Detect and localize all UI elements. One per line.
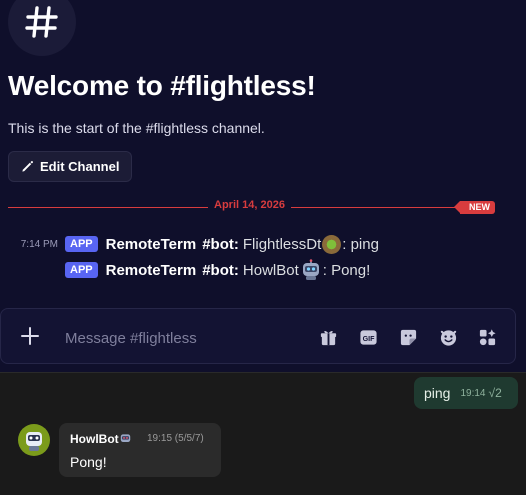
robot-emoji-icon [302, 259, 319, 280]
sticker-icon [400, 329, 416, 345]
gift-icon [320, 330, 336, 345]
gif-label: GIF [362, 334, 375, 342]
message-row[interactable]: 7:14 PM APP RemoteTerm #bot: FlightlessD… [0, 233, 526, 255]
emoji-button[interactable] [438, 327, 458, 347]
app-tag: APP [65, 262, 98, 278]
apps-button[interactable] [477, 327, 497, 347]
plus-icon[interactable] [19, 325, 41, 347]
relay-sender: HowlBot [242, 261, 299, 279]
message-composer: GIF [0, 308, 516, 364]
divider-date: April 14, 2026 [208, 199, 291, 211]
channel-start-description: This is the start of the #flightless cha… [8, 120, 265, 136]
message-author[interactable]: RemoteTerm [106, 236, 197, 253]
edit-channel-label: Edit Channel [40, 159, 120, 174]
gif-button[interactable]: GIF [358, 327, 378, 347]
message-input[interactable] [63, 325, 297, 351]
emoji-icon [440, 329, 456, 346]
new-badge: NEW [454, 201, 495, 214]
gif-icon: GIF [359, 329, 377, 345]
outgoing-message-time: 19:14 [460, 387, 486, 399]
outgoing-message-text: ping [424, 385, 451, 401]
bot-channel-label: #bot: [202, 261, 239, 279]
incoming-sender-name[interactable]: HowlBot [70, 432, 132, 446]
discord-channel-pane: Welcome to #flightless! This is the star… [0, 0, 526, 372]
app-tag: APP [65, 236, 98, 252]
edit-channel-button[interactable]: Edit Channel [8, 151, 133, 182]
channel-welcome-title: Welcome to #flightless! [8, 70, 316, 101]
incoming-message-bubble[interactable]: HowlBot 19:15 (5/5/7) Pong! [59, 423, 221, 477]
message-text: : ping [342, 235, 379, 253]
incoming-message-text: Pong! [70, 454, 107, 470]
message-row[interactable]: APP RemoteTerm #bot: HowlBot : Pong! [0, 259, 526, 281]
incoming-message-meta: 19:15 (5/5/7) [147, 433, 204, 444]
read-check-icon: √2 [488, 386, 502, 400]
message-author[interactable]: RemoteTerm [106, 262, 197, 279]
howlbot-avatar[interactable] [18, 424, 50, 456]
channel-hash-badge [8, 0, 76, 56]
relay-sender: FlightlessDt [242, 235, 322, 253]
incoming-sender-label: HowlBot [70, 432, 119, 446]
sticker-button[interactable] [398, 327, 418, 347]
robot-avatar-icon [26, 432, 42, 451]
message-text: : Pong! [322, 261, 371, 279]
kiwi-emoji-icon [322, 234, 342, 254]
gift-button[interactable] [318, 327, 338, 347]
hash-icon [25, 6, 58, 38]
message-timestamp: 7:14 PM [20, 238, 58, 250]
pencil-icon [22, 160, 34, 172]
apps-icon [479, 328, 496, 345]
bot-channel-label: #bot: [202, 235, 239, 253]
robot-emoji-icon [120, 434, 130, 443]
outgoing-message-bubble[interactable]: ping 19:14 √2 [414, 377, 518, 409]
